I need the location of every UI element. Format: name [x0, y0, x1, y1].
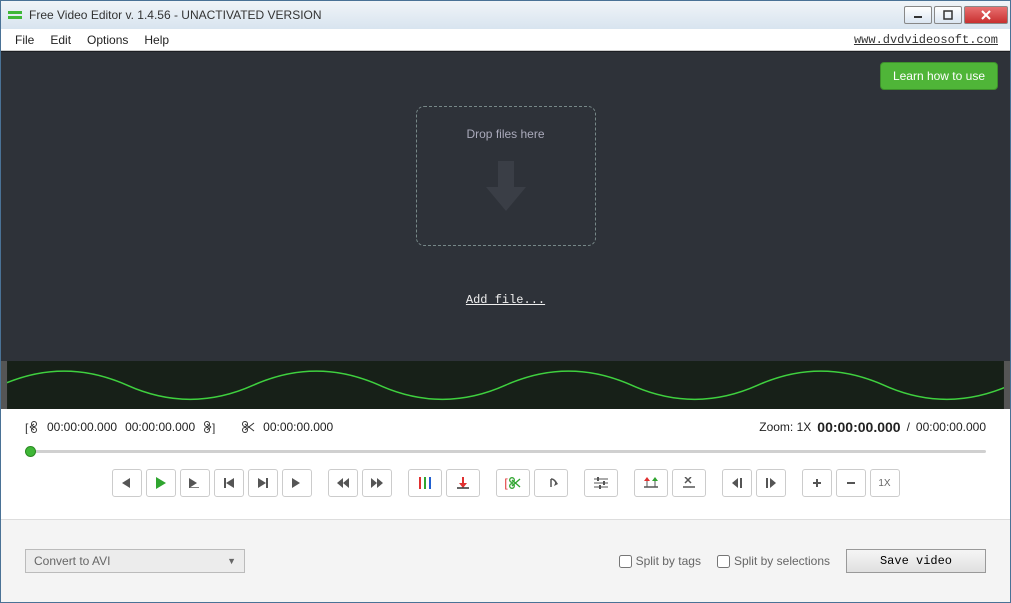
footer-bar: Convert to AVI ▼ Split by tags Split by … [1, 519, 1010, 602]
dropdown-icon: ▼ [227, 556, 236, 566]
nudge-left-button[interactable] [722, 469, 752, 497]
seek-handle[interactable] [25, 446, 36, 457]
scissors-icon [241, 420, 255, 434]
selection-end-time: 00:00:00.000 [125, 420, 195, 434]
seek-end-button[interactable] [248, 469, 278, 497]
svg-text:[: [ [25, 421, 29, 434]
app-logo-icon [7, 7, 23, 23]
drop-files-zone[interactable]: Drop files here [416, 106, 596, 246]
set-marker-button[interactable] [446, 469, 480, 497]
color-markers-button[interactable] [408, 469, 442, 497]
nudge-right-button[interactable] [756, 469, 786, 497]
menu-options[interactable]: Options [79, 31, 136, 49]
menubar: File Edit Options Help www.dvdvideosoft.… [1, 29, 1010, 51]
total-time: 00:00:00.000 [916, 420, 986, 434]
titlebar: Free Video Editor v. 1.4.56 - UNACTIVATE… [1, 1, 1010, 29]
zoom-level-button[interactable]: 1X [870, 469, 900, 497]
save-video-button[interactable]: Save video [846, 549, 986, 573]
learn-how-button[interactable]: Learn how to use [880, 62, 998, 90]
play-to-end-button[interactable] [180, 469, 210, 497]
play-button[interactable] [146, 469, 176, 497]
split-by-selections-checkbox[interactable]: Split by selections [717, 554, 830, 568]
rewind-button[interactable] [328, 469, 358, 497]
split-button[interactable] [634, 469, 668, 497]
minimize-button[interactable] [904, 6, 932, 24]
next-frame-button[interactable] [282, 469, 312, 497]
convert-format-select[interactable]: Convert to AVI ▼ [25, 549, 245, 573]
zoom-label: Zoom: 1X [759, 420, 811, 434]
selection-start-time: 00:00:00.000 [47, 420, 117, 434]
maximize-button[interactable] [934, 6, 962, 24]
preview-area: Learn how to use Drop files here Add fil… [1, 51, 1010, 361]
split-by-tags-checkbox[interactable]: Split by tags [619, 554, 701, 568]
cut-start-bracket-icon: [ [25, 420, 39, 434]
prev-frame-button[interactable] [112, 469, 142, 497]
waveform-track[interactable] [1, 361, 1010, 409]
website-link[interactable]: www.dvdvideosoft.com [854, 33, 1004, 47]
cut-end-bracket-icon: ] [203, 420, 217, 434]
down-arrow-icon [482, 161, 530, 220]
settings-button[interactable] [584, 469, 618, 497]
controls-panel: [ 00:00:00.000 00:00:00.000 ] 00:00:00.0… [1, 409, 1010, 519]
zoom-out-button[interactable] [836, 469, 866, 497]
menu-edit[interactable]: Edit [42, 31, 79, 49]
svg-text:]: ] [212, 421, 215, 434]
position-time: 00:00:00.000 [263, 420, 333, 434]
fast-forward-button[interactable] [362, 469, 392, 497]
seek-slider[interactable] [25, 445, 986, 457]
seek-start-button[interactable] [214, 469, 244, 497]
menu-file[interactable]: File [7, 31, 42, 49]
close-button[interactable] [964, 6, 1008, 24]
rotate-button[interactable] [534, 469, 568, 497]
drop-label: Drop files here [466, 127, 544, 141]
cut-in-button[interactable]: [ [496, 469, 530, 497]
delete-marker-button[interactable] [672, 469, 706, 497]
add-file-link[interactable]: Add file... [466, 293, 545, 307]
convert-format-label: Convert to AVI [34, 554, 110, 568]
window-title: Free Video Editor v. 1.4.56 - UNACTIVATE… [29, 8, 322, 22]
current-time: 00:00:00.000 [817, 419, 900, 435]
zoom-in-button[interactable] [802, 469, 832, 497]
menu-help[interactable]: Help [136, 31, 177, 49]
